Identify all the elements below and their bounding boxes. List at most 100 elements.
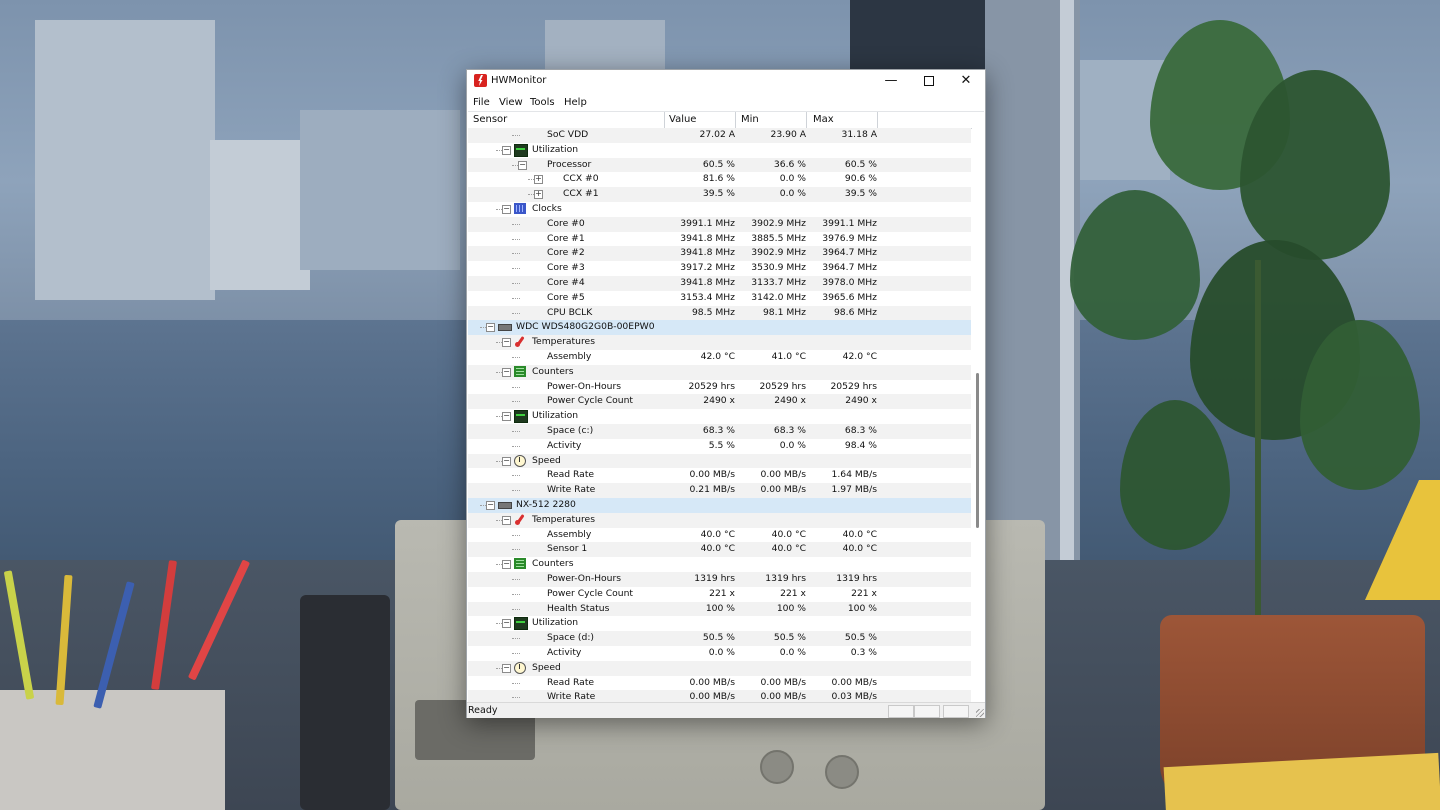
sensor-label: Activity <box>547 439 582 451</box>
sensor-row[interactable]: + CCX #1 39.5 % 0.0 % 39.5 % <box>468 187 971 202</box>
tree-node-row[interactable]: − Utilization <box>468 616 971 631</box>
sensor-label: Sensor 1 <box>547 543 588 555</box>
column-separator[interactable] <box>735 112 736 128</box>
sensor-row[interactable]: Core #2 3941.8 MHz 3902.9 MHz 3964.7 MHz <box>468 246 971 262</box>
drive-icon <box>498 324 512 332</box>
collapse-toggle[interactable]: − <box>502 145 511 155</box>
sensor-label: SoC VDD <box>547 129 589 140</box>
status-pane <box>943 705 969 718</box>
sensor-row[interactable]: Power-On-Hours 1319 hrs 1319 hrs 1319 hrs <box>468 572 971 587</box>
expand-toggle[interactable]: + <box>534 190 543 200</box>
hwmonitor-window: HWMonitor — ✕ File View Tools Help Senso… <box>466 69 986 718</box>
sensor-max: 3964.7 MHz <box>822 247 877 259</box>
column-header-min[interactable]: Min <box>741 114 759 125</box>
sensor-row[interactable]: Space (d:) 50.5 % 50.5 % 50.5 % <box>468 631 971 646</box>
sensor-min: 40.0 °C <box>771 528 806 540</box>
collapse-toggle[interactable]: − <box>518 160 527 170</box>
sensor-row[interactable]: Core #3 3917.2 MHz 3530.9 MHz 3964.7 MHz <box>468 261 971 276</box>
sensor-row[interactable]: Sensor 1 40.0 °C 40.0 °C 40.0 °C <box>468 542 971 558</box>
collapse-toggle[interactable]: − <box>502 560 511 570</box>
expand-toggle[interactable]: + <box>534 175 543 185</box>
sensor-row[interactable]: + CCX #0 81.6 % 0.0 % 90.6 % <box>468 172 971 187</box>
collapse-toggle[interactable]: − <box>486 323 495 333</box>
sensor-row[interactable]: Read Rate 0.00 MB/s 0.00 MB/s 0.00 MB/s <box>468 676 971 691</box>
vertical-scrollbar[interactable] <box>972 128 984 702</box>
sensor-min: 1319 hrs <box>765 573 806 584</box>
menu-tools[interactable]: Tools <box>530 97 555 108</box>
sensor-min: 3885.5 MHz <box>751 232 806 244</box>
maximize-button[interactable] <box>910 70 948 92</box>
column-header-sensor[interactable]: Sensor <box>473 114 507 125</box>
tree-node-row[interactable]: − Temperatures <box>468 335 971 350</box>
sensor-max: 3964.7 MHz <box>822 262 877 274</box>
sensor-row[interactable]: SoC VDD 27.02 A 23.90 A 31.18 A <box>468 128 971 143</box>
sensor-row[interactable]: CPU BCLK 98.5 MHz 98.1 MHz 98.6 MHz <box>468 305 971 321</box>
tree-node-row[interactable]: − Temperatures <box>468 512 971 528</box>
sensor-value: 50.5 % <box>702 632 735 644</box>
tree-node-row[interactable]: − Speed <box>468 453 971 469</box>
column-separator[interactable] <box>877 112 878 128</box>
sensor-row[interactable]: − Processor 60.5 % 36.6 % 60.5 % <box>468 157 971 173</box>
tree-node-row[interactable]: − WDC WDS480G2G0B-00EPW0 <box>468 320 971 336</box>
collapse-toggle[interactable]: − <box>502 412 511 422</box>
sensor-label: Core #3 <box>547 262 585 274</box>
sensor-row[interactable]: Power-On-Hours 20529 hrs 20529 hrs 20529 hr… <box>468 380 971 395</box>
sensor-row[interactable]: Core #1 3941.8 MHz 3885.5 MHz 3976.9 MHz <box>468 232 971 247</box>
sensor-row[interactable]: Write Rate 0.21 MB/s 0.00 MB/s 1.97 MB/s <box>468 483 971 498</box>
menu-help[interactable]: Help <box>564 97 587 108</box>
sensor-row[interactable]: Space (c:) 68.3 % 68.3 % 68.3 % <box>468 424 971 439</box>
resize-grip[interactable] <box>976 709 984 717</box>
sensor-row[interactable]: Health Status 100 % 100 % 100 % <box>468 601 971 617</box>
tree-guide-line <box>512 312 520 314</box>
collapse-toggle[interactable]: − <box>502 456 511 466</box>
sensor-value: 3941.8 MHz <box>680 277 735 288</box>
sensor-label: Power-On-Hours <box>547 573 622 584</box>
sensor-row[interactable]: Power Cycle Count 2490 x 2490 x 2490 x <box>468 394 971 410</box>
maximize-icon <box>924 75 934 86</box>
tree-node-row[interactable]: − NX-512 2280 <box>468 498 971 513</box>
sensor-label: Core #5 <box>547 291 585 303</box>
sensor-row[interactable]: Write Rate 0.00 MB/s 0.00 MB/s 0.03 MB/s <box>468 690 971 702</box>
sensor-min: 3902.9 MHz <box>751 247 806 259</box>
collapse-toggle[interactable]: − <box>502 619 511 629</box>
collapse-toggle[interactable]: − <box>502 515 511 525</box>
sensor-row[interactable]: Assembly 42.0 °C 41.0 °C 42.0 °C <box>468 350 971 365</box>
sensor-row[interactable]: Read Rate 0.00 MB/s 0.00 MB/s 1.64 MB/s <box>468 468 971 483</box>
sensor-min: 40.0 °C <box>771 543 806 555</box>
sensor-tree[interactable]: SoC VDD 27.02 A 23.90 A 31.18 A − Utilization… <box>468 128 971 702</box>
column-header-value[interactable]: Value <box>669 114 696 125</box>
close-button[interactable]: ✕ <box>947 70 985 92</box>
collapse-toggle[interactable]: − <box>486 501 495 510</box>
menu-view[interactable]: View <box>499 97 523 108</box>
menu-file[interactable]: File <box>473 97 490 108</box>
sensor-row[interactable]: Core #5 3153.4 MHz 3142.0 MHz 3965.6 MHz <box>468 291 971 306</box>
minimize-button[interactable]: — <box>872 70 910 92</box>
scrollbar-thumb[interactable] <box>976 373 979 528</box>
tree-node-row[interactable]: − Utilization <box>468 409 971 424</box>
column-separator[interactable] <box>664 112 665 128</box>
tree-node-row[interactable]: − Speed <box>468 660 971 676</box>
sensor-row[interactable]: Core #4 3941.8 MHz 3133.7 MHz 3978.0 MHz <box>468 276 971 291</box>
sensor-row[interactable]: Core #0 3991.1 MHz 3902.9 MHz 3991.1 MHz <box>468 216 971 232</box>
sensor-row[interactable]: Power Cycle Count 221 x 221 x 221 x <box>468 587 971 602</box>
sensor-min: 0.0 % <box>779 647 806 658</box>
collapse-toggle[interactable]: − <box>502 338 511 348</box>
sensor-row[interactable]: Activity 0.0 % 0.0 % 0.3 % <box>468 646 971 661</box>
sensor-value: 27.02 A <box>699 129 735 140</box>
tree-node-row[interactable]: − Clocks <box>468 202 971 217</box>
tree-node-row[interactable]: − Utilization <box>468 143 971 158</box>
sensor-row[interactable]: Activity 5.5 % 0.0 % 98.4 % <box>468 439 971 454</box>
title-bar[interactable]: HWMonitor — ✕ <box>467 70 985 92</box>
column-separator[interactable] <box>806 112 807 128</box>
tree-node-row[interactable]: − Counters <box>468 557 971 572</box>
sensor-max: 42.0 °C <box>842 351 877 362</box>
collapse-toggle[interactable]: − <box>502 663 511 673</box>
column-header-max[interactable]: Max <box>813 114 834 125</box>
tree-node-row[interactable]: − Counters <box>468 364 971 380</box>
sensor-min: 98.1 MHz <box>762 306 806 318</box>
sensor-max: 98.6 MHz <box>833 306 877 318</box>
collapse-toggle[interactable]: − <box>502 205 511 214</box>
collapse-toggle[interactable]: − <box>502 367 511 377</box>
sensor-row[interactable]: Assembly 40.0 °C 40.0 °C 40.0 °C <box>468 528 971 543</box>
sensor-value: 0.0 % <box>708 647 735 658</box>
